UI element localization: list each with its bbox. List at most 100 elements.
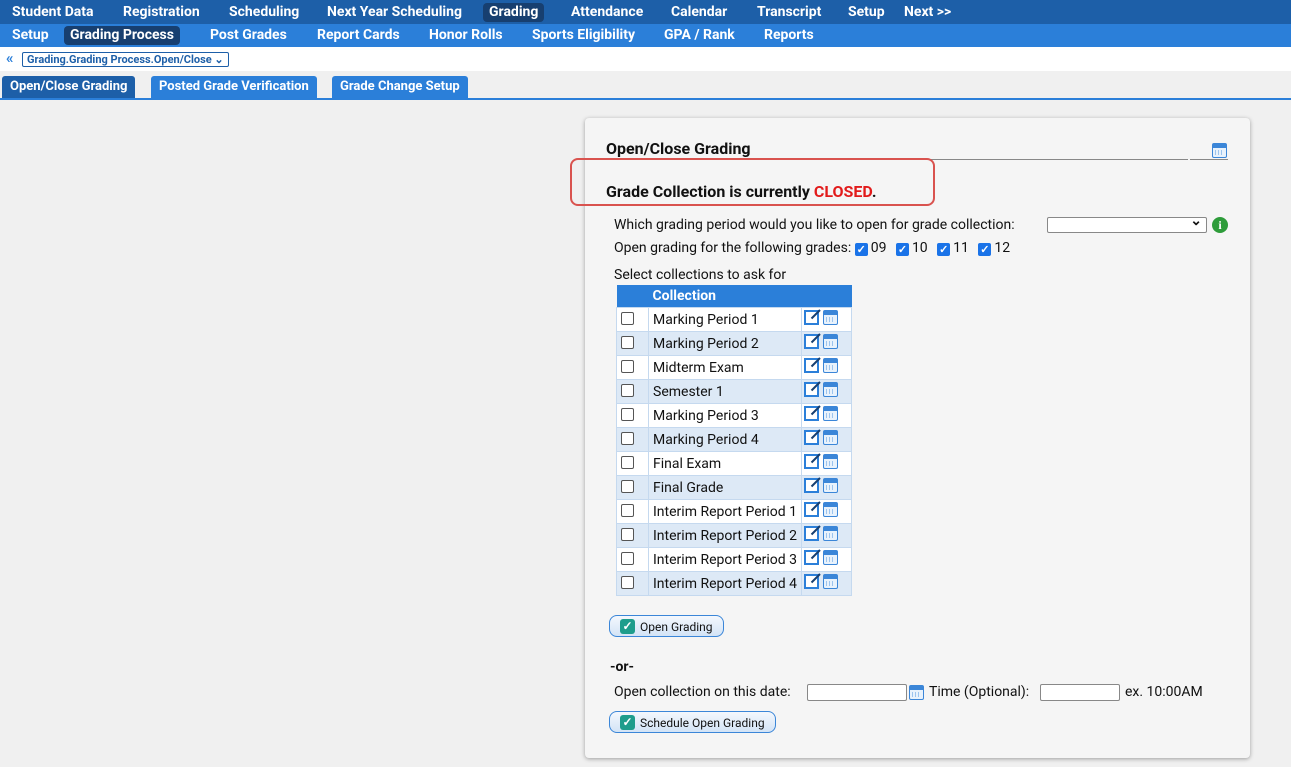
nav-transcript[interactable]: Transcript: [751, 3, 827, 22]
collection-name: Midterm Exam: [647, 355, 803, 380]
collection-name: Marking Period 4: [647, 427, 803, 452]
collection-checkbox[interactable]: [621, 575, 634, 589]
collection-checkbox[interactable]: [621, 503, 634, 517]
grading-period-select[interactable]: [1047, 213, 1207, 233]
open-date-input[interactable]: [807, 684, 907, 701]
edit-icon[interactable]: [804, 358, 820, 373]
subnav-honor-rolls[interactable]: Honor Rolls: [423, 26, 509, 45]
calendar-icon[interactable]: [822, 502, 838, 517]
calendar-icon[interactable]: [822, 358, 838, 373]
nav-setup[interactable]: Setup: [842, 3, 891, 22]
grade-checkbox-09[interactable]: ✓: [854, 243, 868, 256]
calendar-icon[interactable]: [822, 406, 838, 421]
panel-title: Open/Close Grading: [606, 139, 751, 158]
collection-checkbox[interactable]: [621, 407, 634, 421]
table-row: Final Exam: [616, 451, 853, 476]
tab-grade-change-setup[interactable]: Grade Change Setup: [332, 76, 468, 98]
collapse-arrows-icon[interactable]: «: [6, 49, 14, 67]
time-input[interactable]: [1040, 684, 1120, 701]
collection-name: Semester 1: [647, 379, 803, 404]
collection-checkbox[interactable]: [621, 335, 634, 349]
edit-icon[interactable]: [804, 526, 820, 541]
table-row: Semester 1: [616, 379, 853, 404]
edit-icon[interactable]: [804, 478, 820, 493]
status-suffix: .: [871, 182, 877, 201]
collection-checkbox[interactable]: [621, 527, 634, 541]
tab-open-close-grading[interactable]: Open/Close Grading: [2, 76, 136, 98]
collection-name: Interim Report Period 3: [647, 547, 803, 572]
breadcrumb-select[interactable]: Grading.Grading Process.Open/Close ⌄: [22, 52, 229, 67]
grade-label: 11: [953, 240, 969, 256]
open-grading-button[interactable]: ✓ Open Grading: [609, 615, 724, 637]
nav-next[interactable]: Next >>: [898, 3, 957, 22]
nav-grading[interactable]: Grading: [483, 3, 545, 22]
nav-registration[interactable]: Registration: [117, 3, 206, 22]
collection-name: Interim Report Period 1: [647, 499, 803, 524]
table-row: Marking Period 3: [616, 403, 853, 428]
subnav-grading-process[interactable]: Grading Process: [64, 26, 180, 45]
calendar-icon[interactable]: [822, 430, 838, 445]
date-picker-icon[interactable]: [909, 685, 924, 700]
collection-checkbox[interactable]: [621, 551, 634, 565]
grade-label: 09: [870, 240, 887, 256]
collection-name: Marking Period 3: [647, 403, 803, 428]
edit-icon[interactable]: [804, 430, 820, 445]
calendar-icon[interactable]: [822, 454, 838, 469]
title-divider: [1190, 159, 1228, 160]
calendar-icon[interactable]: [822, 310, 838, 325]
collection-name: Final Grade: [647, 475, 803, 500]
subnav-post-grades[interactable]: Post Grades: [204, 26, 293, 45]
grade-collection-status: Grade Collection is currently CLOSED.: [606, 182, 877, 201]
time-label: Time (Optional):: [929, 684, 1030, 700]
collection-checkbox[interactable]: [621, 383, 634, 397]
check-icon: ✓: [620, 715, 635, 730]
edit-icon[interactable]: [804, 382, 820, 397]
edit-icon[interactable]: [804, 550, 820, 565]
subnav-sports-eligibility[interactable]: Sports Eligibility: [526, 26, 641, 45]
schedule-open-grading-button[interactable]: ✓ Schedule Open Grading: [609, 711, 776, 733]
table-row: Marking Period 4: [616, 427, 853, 452]
calendar-icon[interactable]: [822, 526, 838, 541]
nav-calendar[interactable]: Calendar: [665, 3, 733, 22]
grade-checkbox-12[interactable]: ✓: [978, 243, 992, 256]
subnav-reports[interactable]: Reports: [758, 26, 820, 45]
edit-icon[interactable]: [804, 454, 820, 469]
grade-checkbox-10[interactable]: ✓: [895, 243, 909, 256]
edit-icon[interactable]: [804, 574, 820, 589]
nav-next-year-scheduling[interactable]: Next Year Scheduling: [321, 3, 468, 22]
calendar-icon[interactable]: [822, 478, 838, 493]
subnav-report-cards[interactable]: Report Cards: [311, 26, 406, 45]
nav-scheduling[interactable]: Scheduling: [223, 3, 305, 22]
edit-icon[interactable]: [804, 406, 820, 421]
collection-checkbox[interactable]: [621, 311, 634, 325]
collection-checkbox[interactable]: [621, 359, 634, 373]
calendar-icon[interactable]: [822, 550, 838, 565]
table-row: Interim Report Period 1: [616, 499, 853, 524]
sub-nav-bar: Setup Grading Process Post Grades Report…: [0, 24, 1291, 47]
edit-icon[interactable]: [804, 310, 820, 325]
collection-checkbox[interactable]: [621, 455, 634, 469]
calendar-icon[interactable]: [1212, 143, 1227, 158]
table-row: Marking Period 1: [616, 307, 853, 332]
collections-table: Collection Marking Period 1 Marking Peri…: [616, 285, 853, 596]
calendar-icon[interactable]: [822, 382, 838, 397]
nav-student-data[interactable]: Student Data: [6, 3, 100, 22]
subnav-gpa-rank[interactable]: GPA / Rank: [658, 26, 741, 45]
grade-checkbox-11[interactable]: ✓: [937, 243, 951, 256]
collection-checkbox[interactable]: [621, 479, 634, 493]
table-row: Marking Period 2: [616, 331, 853, 356]
grades-row: Open grading for the following grades: ✓…: [614, 240, 1016, 256]
calendar-icon[interactable]: [822, 574, 838, 589]
tab-posted-grade-verification[interactable]: Posted Grade Verification: [151, 76, 317, 98]
collection-name: Marking Period 1: [647, 307, 803, 332]
subnav-setup[interactable]: Setup: [6, 26, 55, 45]
calendar-icon[interactable]: [822, 334, 838, 349]
info-icon[interactable]: i: [1212, 217, 1228, 233]
collection-checkbox[interactable]: [621, 431, 634, 445]
grade-label: 12: [994, 240, 1011, 256]
edit-icon[interactable]: [804, 502, 820, 517]
tab-strip: Open/Close Grading Posted Grade Verifica…: [0, 73, 1291, 100]
edit-icon[interactable]: [804, 334, 820, 349]
or-separator: -or-: [610, 659, 635, 675]
nav-attendance[interactable]: Attendance: [565, 3, 649, 22]
